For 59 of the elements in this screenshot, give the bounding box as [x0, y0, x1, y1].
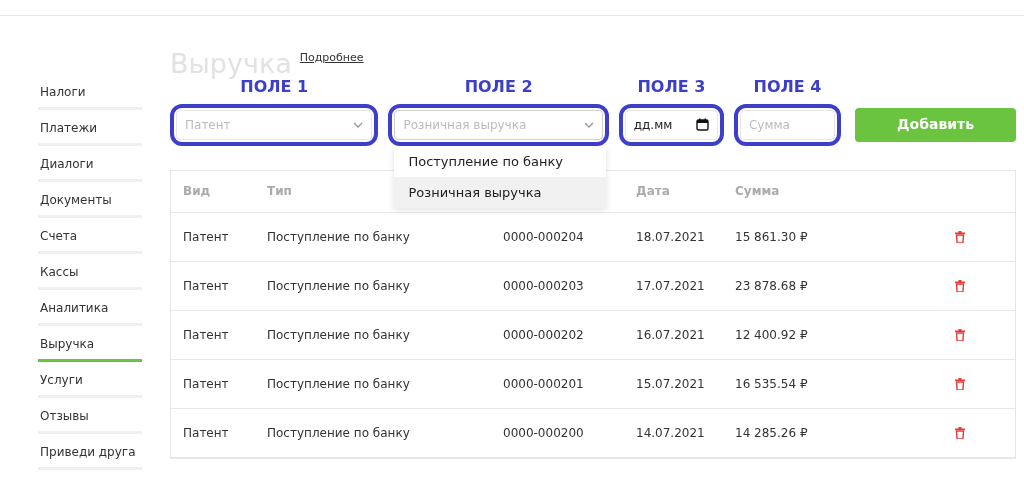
- table-cell-text: 14.07.2021: [636, 424, 705, 442]
- table-cell-text: 18.07.2021: [636, 228, 705, 246]
- table-cell-text: 0000-000200: [503, 424, 584, 442]
- table-cell-text: 23 878.68 ₽: [735, 277, 808, 295]
- table-cell-text: Поступление по банку: [267, 326, 410, 344]
- sidebar-item[interactable]: Услуги: [38, 362, 142, 398]
- annotation-label: ПОЛЕ 1: [240, 78, 309, 96]
- annotation-label: ПОЛЕ 2: [464, 78, 533, 96]
- annotation-label: ПОЛЕ 4: [753, 78, 822, 96]
- table-cell-text: Поступление по банку: [267, 277, 410, 295]
- sidebar-item[interactable]: Диалоги: [38, 146, 142, 182]
- trash-icon[interactable]: [955, 230, 965, 243]
- trash-icon[interactable]: [955, 377, 965, 390]
- column-header: Сумма: [735, 183, 780, 201]
- table-cell-text: 0000-000201: [503, 375, 584, 393]
- amount-field[interactable]: Сумма: [739, 109, 836, 140]
- table-cell-text: 0000-000204: [503, 228, 584, 246]
- sidebar-item[interactable]: Приведи друга: [38, 434, 142, 470]
- table-cell-text: Патент: [183, 326, 229, 344]
- table-cell-text: 14 285.26 ₽: [735, 424, 808, 442]
- table-cell-text: 12 400.92 ₽: [735, 326, 808, 344]
- table-cell-text: Поступление по банку: [267, 375, 410, 393]
- dropdown-option[interactable]: Поступление по банку: [394, 145, 607, 177]
- sidebar-item[interactable]: Налоги: [38, 74, 142, 110]
- table-cell-text: 15 861.30 ₽: [735, 228, 808, 246]
- table-cell-text: Патент: [183, 277, 229, 295]
- table-cell-text: 0000-000202: [503, 326, 584, 344]
- trash-icon[interactable]: [955, 279, 965, 292]
- date-field[interactable]: дд.мм: [624, 109, 718, 140]
- sidebar-item[interactable]: Счета: [38, 218, 142, 254]
- details-link[interactable]: Подробнее: [299, 50, 364, 67]
- sidebar-item[interactable]: Платежи: [38, 110, 142, 146]
- table-cell-text: 17.07.2021: [636, 277, 705, 295]
- trash-icon[interactable]: [955, 328, 965, 341]
- column-header: Тип: [267, 183, 292, 201]
- sidebar-item[interactable]: Аналитика: [38, 290, 142, 326]
- column-header: Дата: [636, 183, 670, 201]
- sidebar-item[interactable]: Выручка: [38, 326, 142, 362]
- sidebar-item[interactable]: Кассы: [38, 254, 142, 290]
- calendar-icon[interactable]: [695, 118, 709, 132]
- sidebar-item[interactable]: Отзывы: [38, 398, 142, 434]
- chevron-icon: [353, 121, 364, 128]
- table-cell-text: 16 535.54 ₽: [735, 375, 808, 393]
- table-cell-text: 15.07.2021: [636, 375, 705, 393]
- dropdown-option[interactable]: Розничная выручка: [394, 176, 607, 208]
- amount-input[interactable]: Сумма: [748, 115, 827, 134]
- table-cell-text: Патент: [183, 375, 229, 393]
- chevron-icon: [583, 121, 594, 128]
- column-header: Вид: [183, 183, 211, 201]
- trash-icon[interactable]: [955, 426, 965, 439]
- table-cell-text: Патент: [183, 228, 229, 246]
- table-cell-text: Поступление по банку: [267, 424, 410, 442]
- sidebar-item[interactable]: Документы: [38, 182, 142, 218]
- table-cell-text: Поступление по банку: [267, 228, 410, 246]
- annotation-label: ПОЛЕ 3: [637, 78, 706, 96]
- table-cell-text: 16.07.2021: [636, 326, 705, 344]
- table-cell-text: 0000-000203: [503, 277, 584, 295]
- date-input[interactable]: дд.мм: [633, 115, 692, 134]
- table-cell-text: Патент: [183, 424, 229, 442]
